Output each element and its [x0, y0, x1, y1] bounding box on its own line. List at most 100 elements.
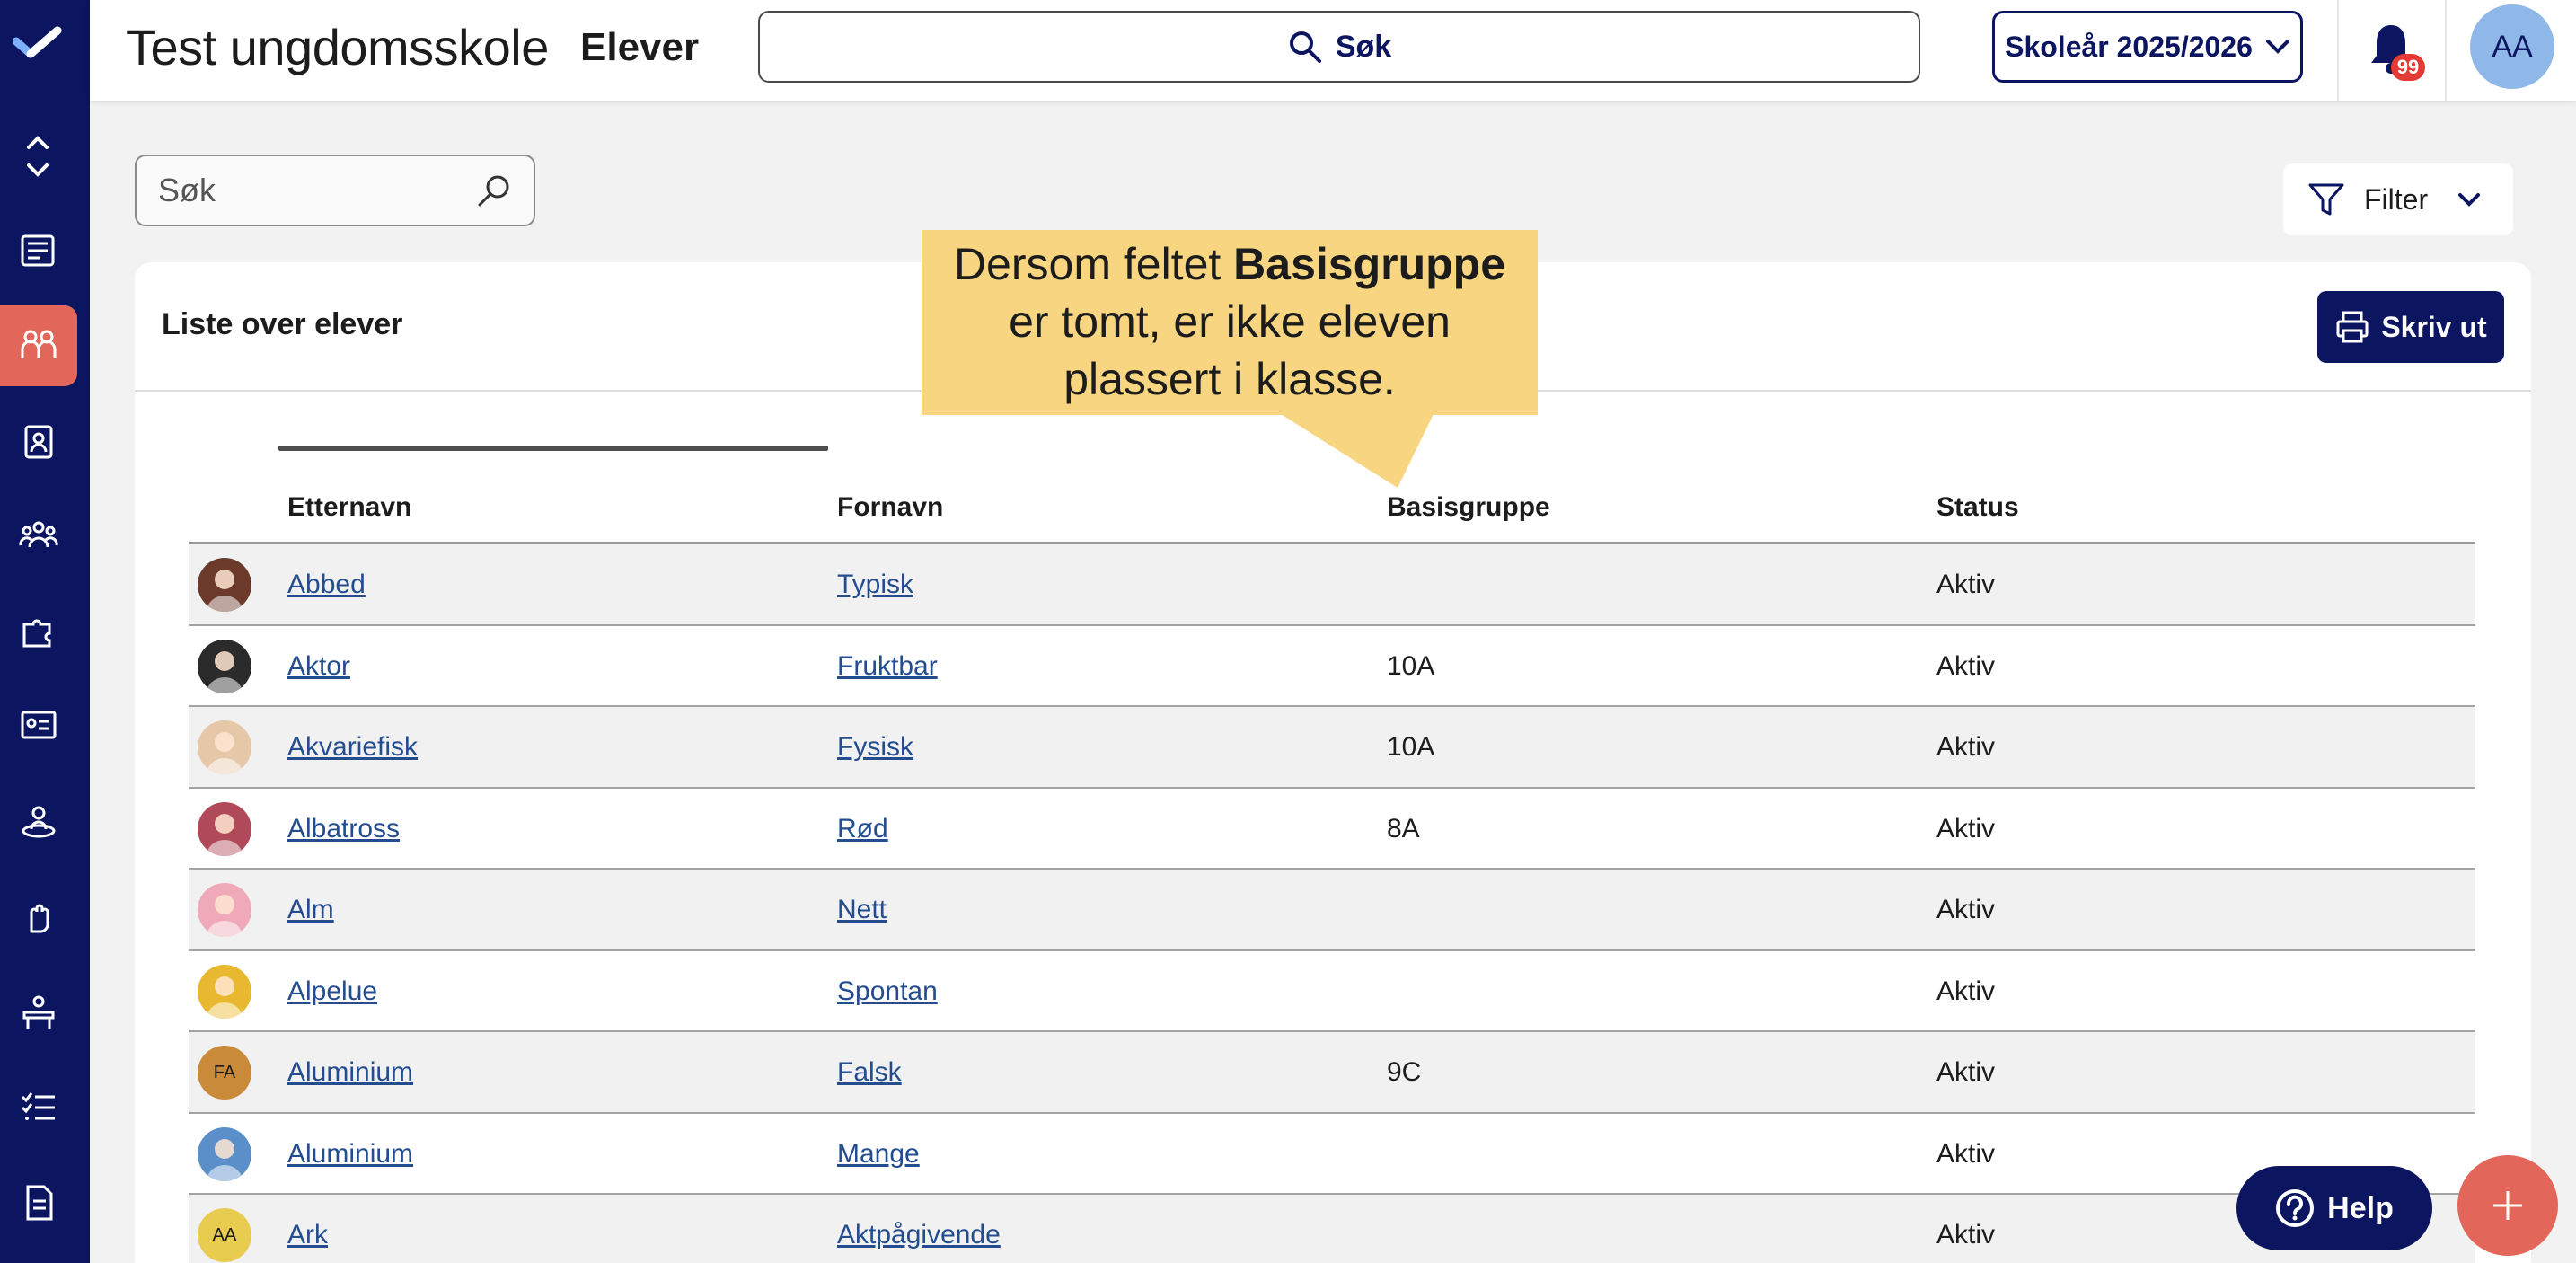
nav-students-icon[interactable] — [0, 305, 77, 386]
nav-person-ring-icon[interactable] — [0, 782, 77, 862]
student-lastname-link[interactable]: Aluminium — [287, 1139, 413, 1170]
sort-indicator — [278, 446, 828, 451]
student-firstname-link[interactable]: Fysisk — [837, 732, 913, 763]
column-header-basisgruppe[interactable]: Basisgruppe — [1387, 492, 1550, 523]
page-title: Elever — [580, 25, 700, 69]
student-status: Aktiv — [1936, 895, 1996, 924]
notification-count-badge: 99 — [2391, 54, 2425, 81]
table-row: Aktor Fruktbar 10A Aktiv — [189, 626, 2475, 707]
nav-chalkboard-icon[interactable] — [0, 686, 77, 767]
table-row: AA Ark Aktpågivende Aktiv — [189, 1195, 2475, 1263]
school-name: Test ungdomsskole — [126, 19, 549, 75]
help-button[interactable]: Help — [2236, 1166, 2432, 1250]
student-avatar — [198, 639, 251, 693]
student-avatar — [198, 883, 251, 937]
student-firstname-link[interactable]: Typisk — [837, 570, 913, 600]
expand-collapse-icon[interactable] — [23, 131, 52, 181]
tooltip-text-line3: plassert i klasse. — [1063, 354, 1396, 404]
global-search-label: Søk — [1335, 29, 1392, 64]
student-firstname-link[interactable]: Rød — [837, 814, 888, 844]
student-basisgruppe: 10A — [1387, 732, 1435, 762]
help-label: Help — [2327, 1190, 2394, 1225]
student-avatar: AA — [198, 1208, 251, 1262]
nav-puzzle-icon[interactable] — [0, 591, 77, 672]
table-row: Alpelue Spontan Aktiv — [189, 951, 2475, 1032]
nav-id-badge-icon[interactable] — [0, 401, 77, 481]
student-status: Aktiv — [1936, 1138, 1996, 1169]
column-header-lastname[interactable]: Etternavn — [287, 492, 411, 523]
table-row: Alm Nett Aktiv — [189, 870, 2475, 951]
global-search-button[interactable]: Søk — [758, 11, 1920, 83]
student-lastname-link[interactable]: Alm — [287, 895, 334, 925]
filter-label: Filter — [2364, 182, 2429, 216]
table-row: Abbed Typisk Aktiv — [189, 544, 2475, 626]
student-status: Aktiv — [1936, 732, 1996, 762]
student-search-placeholder: Søk — [158, 172, 216, 208]
student-lastname-link[interactable]: Albatross — [287, 814, 400, 844]
table-row: FA Aluminium Falsk 9C Aktiv — [189, 1032, 2475, 1114]
tooltip-text-line2: er tomt, er ikke eleven — [1009, 296, 1451, 347]
filter-dropdown[interactable]: Filter — [2283, 163, 2513, 235]
student-lastname-link[interactable]: Aluminium — [287, 1057, 413, 1088]
student-firstname-link[interactable]: Fruktbar — [837, 651, 938, 682]
nav-groups-icon[interactable] — [0, 496, 77, 577]
student-basisgruppe: 8A — [1387, 813, 1420, 843]
school-year-select[interactable]: Skoleår 2025/2026 — [1992, 11, 2303, 83]
user-avatar[interactable]: AA — [2470, 4, 2554, 89]
chevron-down-icon — [2458, 193, 2481, 207]
student-firstname-link[interactable]: Falsk — [837, 1057, 902, 1088]
magnifier-icon — [478, 175, 509, 207]
student-lastname-link[interactable]: Aktor — [287, 651, 350, 682]
student-lastname-link[interactable]: Abbed — [287, 570, 366, 600]
student-lastname-link[interactable]: Ark — [287, 1220, 328, 1250]
student-avatar — [198, 720, 251, 774]
tooltip-text-prefix: Dersom feltet — [953, 239, 1234, 289]
student-avatar: FA — [198, 1046, 251, 1100]
top-header: Test ungdomsskole Elever Søk Skoleår 202… — [90, 0, 2576, 101]
tooltip-pointer — [1281, 414, 1434, 488]
student-firstname-link[interactable]: Aktpågivende — [837, 1220, 1001, 1250]
print-label: Skriv ut — [2381, 310, 2487, 343]
print-button[interactable]: Skriv ut — [2317, 291, 2504, 363]
student-firstname-link[interactable]: Spontan — [837, 976, 938, 1007]
card-title: Liste over elever — [162, 307, 403, 341]
student-search-input[interactable]: Søk — [135, 155, 535, 226]
student-firstname-link[interactable]: Nett — [837, 895, 887, 925]
nav-desk-icon[interactable] — [0, 972, 77, 1053]
student-status: Aktiv — [1936, 1057, 1996, 1087]
student-status: Aktiv — [1936, 976, 1996, 1006]
tooltip-text-bold: Basisgruppe — [1233, 239, 1506, 289]
student-avatar — [198, 801, 251, 856]
add-button[interactable] — [2457, 1155, 2558, 1256]
student-avatar — [198, 964, 251, 1019]
student-status: Aktiv — [1936, 650, 1996, 681]
student-status: Aktiv — [1936, 1220, 1996, 1250]
printer-icon — [2336, 311, 2369, 343]
school-year-label: Skoleår 2025/2026 — [2005, 30, 2253, 63]
table-row: Akvariefisk Fysisk 10A Aktiv — [189, 707, 2475, 789]
column-header-status[interactable]: Status — [1936, 492, 2019, 523]
nav-hand-icon[interactable] — [0, 877, 77, 958]
nav-checklist-icon[interactable] — [0, 1067, 77, 1148]
table-row: Aluminium Mange Aktiv — [189, 1114, 2475, 1195]
student-avatar — [198, 558, 251, 612]
chevron-down-icon — [2265, 40, 2289, 54]
table-body: Abbed Typisk Aktiv Aktor Fruktbar 10A Aktiv Akv… — [189, 544, 2475, 1263]
student-status: Aktiv — [1936, 813, 1996, 843]
basisgruppe-tooltip: Dersom feltet Basisgruppe er tomt, er ik… — [922, 230, 1538, 415]
app-logo-icon[interactable] — [12, 25, 63, 65]
header-divider — [2445, 0, 2447, 101]
table-row: Albatross Rød 8A Aktiv — [189, 789, 2475, 870]
student-basisgruppe: 10A — [1387, 650, 1435, 681]
search-icon — [1289, 31, 1321, 63]
plus-icon — [2493, 1191, 2522, 1220]
side-navigation — [0, 0, 90, 1263]
column-header-firstname[interactable]: Fornavn — [837, 492, 943, 523]
student-firstname-link[interactable]: Mange — [837, 1139, 920, 1170]
nav-newspaper-icon[interactable] — [0, 210, 77, 291]
student-lastname-link[interactable]: Alpelue — [287, 976, 377, 1007]
student-lastname-link[interactable]: Akvariefisk — [287, 732, 418, 763]
student-avatar — [198, 1126, 251, 1181]
nav-document-icon[interactable] — [0, 1162, 77, 1243]
header-divider — [2337, 0, 2339, 101]
